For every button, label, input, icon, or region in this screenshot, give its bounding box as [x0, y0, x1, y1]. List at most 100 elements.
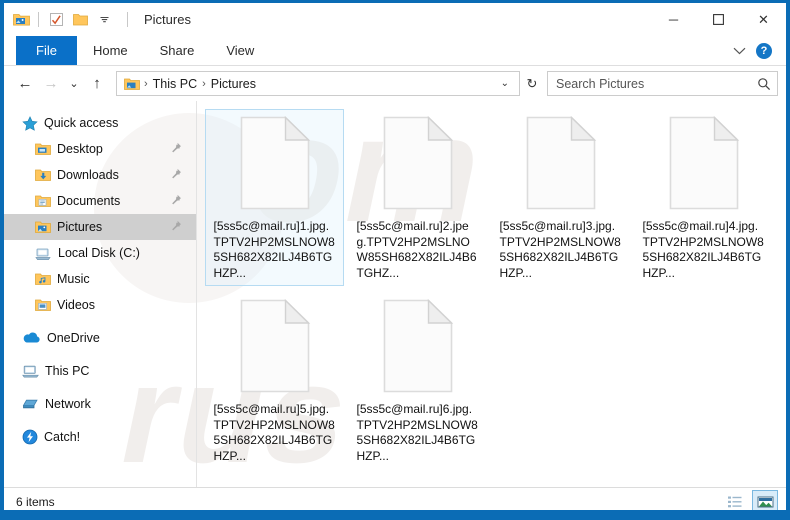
file-name-label: [5ss5c@mail.ru]5.jpg.TPTV2HP2MSLNOW85SH6…: [213, 402, 335, 463]
properties-icon[interactable]: [47, 11, 65, 29]
file-list-pane[interactable]: [5ss5c@mail.ru]1.jpg.TPTV2HP2MSLNOW85SH6…: [197, 101, 786, 487]
view-mode-buttons: [722, 490, 778, 510]
up-button[interactable]: ↑: [84, 71, 110, 97]
network-icon: [22, 397, 39, 411]
back-button[interactable]: ←: [12, 71, 38, 97]
breadcrumb-dropdown-icon[interactable]: ⌄: [495, 78, 515, 89]
breadcrumb[interactable]: › This PC › Pictures ⌄: [116, 71, 520, 96]
sidebar-item-label: This PC: [45, 364, 90, 378]
window-title: Pictures: [144, 12, 191, 27]
sidebar-item-label: Music: [57, 272, 90, 286]
search-icon[interactable]: [757, 77, 771, 91]
catch-icon: [22, 429, 38, 445]
file-name-label: [5ss5c@mail.ru]3.jpg.TPTV2HP2MSLNOW85SH6…: [499, 219, 621, 280]
chevron-down-icon[interactable]: [733, 42, 746, 60]
sidebar-item-label: Downloads: [57, 168, 119, 182]
large-icons-view-button[interactable]: [752, 490, 778, 510]
breadcrumb-item-pictures[interactable]: Pictures: [208, 77, 259, 91]
sidebar-item-music[interactable]: Music: [4, 266, 196, 292]
sidebar-item-label: Catch!: [44, 430, 81, 444]
pin-icon[interactable]: [171, 142, 182, 156]
this-pc-icon: [22, 364, 39, 378]
tab-file[interactable]: File: [16, 36, 77, 65]
sidebar-item-label: Documents: [57, 194, 121, 208]
sidebar-item-local-disk-c[interactable]: Local Disk (C:): [4, 240, 196, 266]
sidebar-item-onedrive[interactable]: OneDrive: [4, 325, 196, 351]
sidebar-item-desktop[interactable]: Desktop: [4, 136, 196, 162]
forward-button[interactable]: →: [38, 71, 64, 97]
folder-videos-icon: [35, 298, 51, 312]
blank-document-icon: [668, 115, 740, 210]
details-view-button[interactable]: [722, 490, 748, 510]
item-count-label: 6 items: [16, 495, 55, 509]
title-bar: Pictures ─ ✕: [4, 3, 786, 36]
blank-document-icon: [239, 115, 311, 210]
maximize-button[interactable]: [696, 3, 741, 36]
sidebar-item-label: Pictures: [57, 220, 103, 234]
onedrive-cloud-icon: [22, 331, 41, 345]
breadcrumb-separator-1: ›: [144, 77, 148, 90]
sidebar-item-label: Desktop: [57, 142, 103, 156]
pin-icon[interactable]: [171, 220, 182, 234]
file-item[interactable]: [5ss5c@mail.ru]6.jpg.TPTV2HP2MSLNOW85SH6…: [348, 292, 487, 469]
sidebar-item-videos[interactable]: Videos: [4, 292, 196, 318]
breadcrumb-item-this-pc[interactable]: This PC: [150, 77, 200, 91]
explorer-body: Quick access Desktop Downloads Documents…: [4, 101, 786, 487]
file-item[interactable]: [5ss5c@mail.ru]2.jpeg.TPTV2HP2MSLNOW85SH…: [348, 109, 487, 286]
sidebar-item-downloads[interactable]: Downloads: [4, 162, 196, 188]
sidebar-item-label: Network: [45, 397, 91, 411]
ribbon-tab-bar: File Home Share View ?: [4, 36, 786, 66]
address-bar: ← → ⌄ ↑ › This PC › Pictures ⌄ ↻ Search …: [4, 66, 786, 101]
folder-music-icon: [35, 272, 51, 286]
folder-downloads-icon: [35, 168, 51, 182]
file-item[interactable]: [5ss5c@mail.ru]3.jpg.TPTV2HP2MSLNOW85SH6…: [491, 109, 630, 286]
star-icon: [22, 115, 38, 131]
blank-document-icon: [382, 298, 454, 393]
folder-desktop-icon: [35, 142, 51, 156]
breadcrumb-separator-2: ›: [202, 77, 206, 90]
folder-pictures-icon: [35, 220, 51, 234]
sidebar-item-network[interactable]: Network: [4, 391, 196, 417]
pin-icon[interactable]: [171, 194, 182, 208]
tab-share[interactable]: Share: [144, 36, 211, 65]
folder-documents-icon: [35, 194, 51, 208]
explorer-window: om rus Pictures ─ ✕ File Home Share View…: [0, 0, 790, 520]
sidebar-item-catch[interactable]: Catch!: [4, 424, 196, 450]
refresh-button[interactable]: ↻: [520, 72, 544, 95]
window-controls: ─ ✕: [651, 3, 786, 36]
recent-locations-button[interactable]: ⌄: [64, 71, 84, 97]
customize-toolbar-dropdown[interactable]: [95, 11, 113, 29]
quick-access-toolbar: Pictures: [4, 11, 191, 29]
blank-document-icon: [382, 115, 454, 210]
help-icon[interactable]: ?: [756, 42, 772, 59]
sidebar-item-label: Quick access: [44, 116, 119, 130]
file-name-label: [5ss5c@mail.ru]6.jpg.TPTV2HP2MSLNOW85SH6…: [356, 402, 478, 463]
navigation-pane: Quick access Desktop Downloads Documents…: [4, 101, 197, 487]
blank-document-icon: [239, 298, 311, 393]
new-folder-icon[interactable]: [71, 11, 89, 29]
pictures-folder-icon[interactable]: [12, 11, 30, 29]
file-item[interactable]: [5ss5c@mail.ru]4.jpg.TPTV2HP2MSLNOW85SH6…: [634, 109, 773, 286]
sidebar-item-pictures[interactable]: Pictures: [4, 214, 196, 240]
tab-view[interactable]: View: [210, 36, 270, 65]
file-name-label: [5ss5c@mail.ru]1.jpg.TPTV2HP2MSLNOW85SH6…: [213, 219, 335, 280]
sidebar-item-documents[interactable]: Documents: [4, 188, 196, 214]
title-separator: [127, 12, 128, 27]
file-item[interactable]: [5ss5c@mail.ru]5.jpg.TPTV2HP2MSLNOW85SH6…: [205, 292, 344, 469]
breadcrumb-folder-icon: [122, 77, 142, 91]
pin-icon[interactable]: [171, 168, 182, 182]
file-name-label: [5ss5c@mail.ru]4.jpg.TPTV2HP2MSLNOW85SH6…: [642, 219, 764, 280]
file-grid: [5ss5c@mail.ru]1.jpg.TPTV2HP2MSLNOW85SH6…: [203, 109, 786, 475]
file-name-label: [5ss5c@mail.ru]2.jpeg.TPTV2HP2MSLNOW85SH…: [356, 219, 477, 280]
sidebar-item-label: Local Disk (C:): [58, 246, 140, 260]
minimize-button[interactable]: ─: [651, 3, 696, 36]
sidebar-item-quick-access[interactable]: Quick access: [4, 110, 196, 136]
close-button[interactable]: ✕: [741, 3, 786, 36]
sidebar-item-this-pc[interactable]: This PC: [4, 358, 196, 384]
tab-home[interactable]: Home: [77, 36, 144, 65]
status-bar: 6 items: [4, 487, 786, 510]
search-input[interactable]: Search Pictures: [547, 71, 778, 96]
file-item[interactable]: [5ss5c@mail.ru]1.jpg.TPTV2HP2MSLNOW85SH6…: [205, 109, 344, 286]
sidebar-item-label: Videos: [57, 298, 95, 312]
blank-document-icon: [525, 115, 597, 210]
